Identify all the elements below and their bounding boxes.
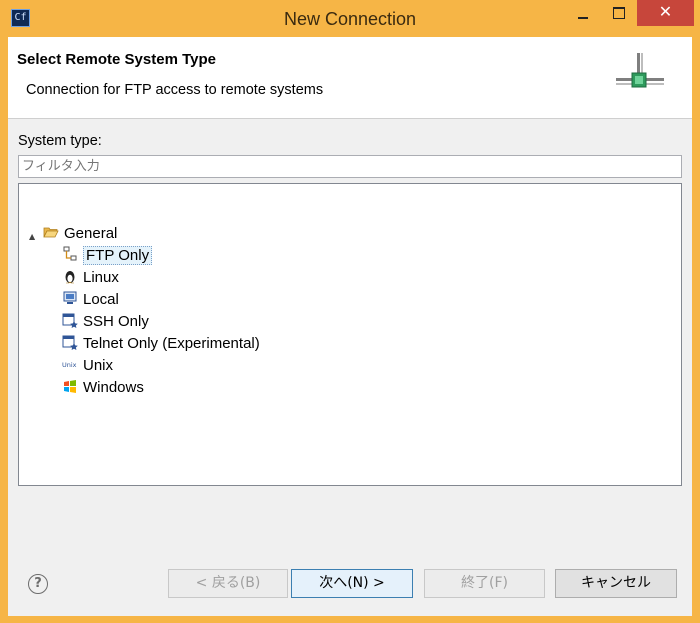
telnet-terminal-icon xyxy=(62,335,78,350)
system-type-tree[interactable]: ▲ General FTP Only Linux Local SSH Only … xyxy=(18,183,682,486)
system-type-label: System type: xyxy=(18,133,102,149)
finish-button[interactable]: 終了(F) xyxy=(424,569,545,598)
unix-icon: Unix xyxy=(62,361,77,369)
expand-collapse-icon[interactable]: ▲ xyxy=(29,232,35,241)
tree-category-label: General xyxy=(64,225,118,242)
tree-item-label: Windows xyxy=(83,379,144,396)
tree-item-linux[interactable]: Linux xyxy=(62,268,119,288)
tree-item-ftp-only[interactable]: FTP Only xyxy=(62,246,153,266)
tree-item-label: Local xyxy=(83,291,119,308)
dialog-client-area: Select Remote System Type Connection for… xyxy=(8,37,692,616)
button-bar: ? < 戻る(B) 次へ(N) > 終了(F) キャンセル xyxy=(8,547,692,616)
tree-item-label: Linux xyxy=(83,269,119,286)
ssh-terminal-icon xyxy=(62,313,78,328)
local-computer-icon xyxy=(63,291,77,304)
maximize-button[interactable] xyxy=(602,0,636,26)
dialog-window: Cf New Connection ✕ Select Remote System… xyxy=(0,0,700,623)
tree-item-ssh-only[interactable]: SSH Only xyxy=(62,312,149,332)
linux-penguin-icon xyxy=(65,271,75,284)
tree-item-label: SSH Only xyxy=(83,313,149,330)
wizard-header: Select Remote System Type Connection for… xyxy=(8,37,692,119)
close-button[interactable]: ✕ xyxy=(637,0,694,26)
svg-text:Unix: Unix xyxy=(62,361,77,369)
page-description: Connection for FTP access to remote syst… xyxy=(26,82,324,98)
tree-item-telnet-only[interactable]: Telnet Only (Experimental) xyxy=(62,334,260,354)
ftp-icon xyxy=(63,246,77,261)
connection-banner-icon xyxy=(616,53,664,88)
folder-open-icon xyxy=(43,227,59,238)
tree-item-windows[interactable]: Windows xyxy=(62,378,144,398)
tree-item-unix[interactable]: Unix Unix xyxy=(62,356,113,376)
filter-input[interactable] xyxy=(18,155,682,178)
windows-logo-icon xyxy=(64,380,76,393)
tree-item-label: Unix xyxy=(83,357,114,374)
page-title: Select Remote System Type xyxy=(17,51,216,68)
title-bar[interactable]: Cf New Connection ✕ xyxy=(0,0,700,36)
minimize-button[interactable] xyxy=(566,0,600,26)
back-button[interactable]: < 戻る(B) xyxy=(168,569,288,598)
tree-item-local[interactable]: Local xyxy=(62,290,119,310)
tree-item-label: FTP Only xyxy=(83,246,153,265)
cancel-button[interactable]: キャンセル xyxy=(555,569,677,598)
tree-category-general[interactable]: General xyxy=(43,224,117,244)
tree-item-label: Telnet Only (Experimental) xyxy=(83,335,260,352)
help-button[interactable]: ? xyxy=(28,574,48,594)
next-button[interactable]: 次へ(N) > xyxy=(291,569,413,598)
